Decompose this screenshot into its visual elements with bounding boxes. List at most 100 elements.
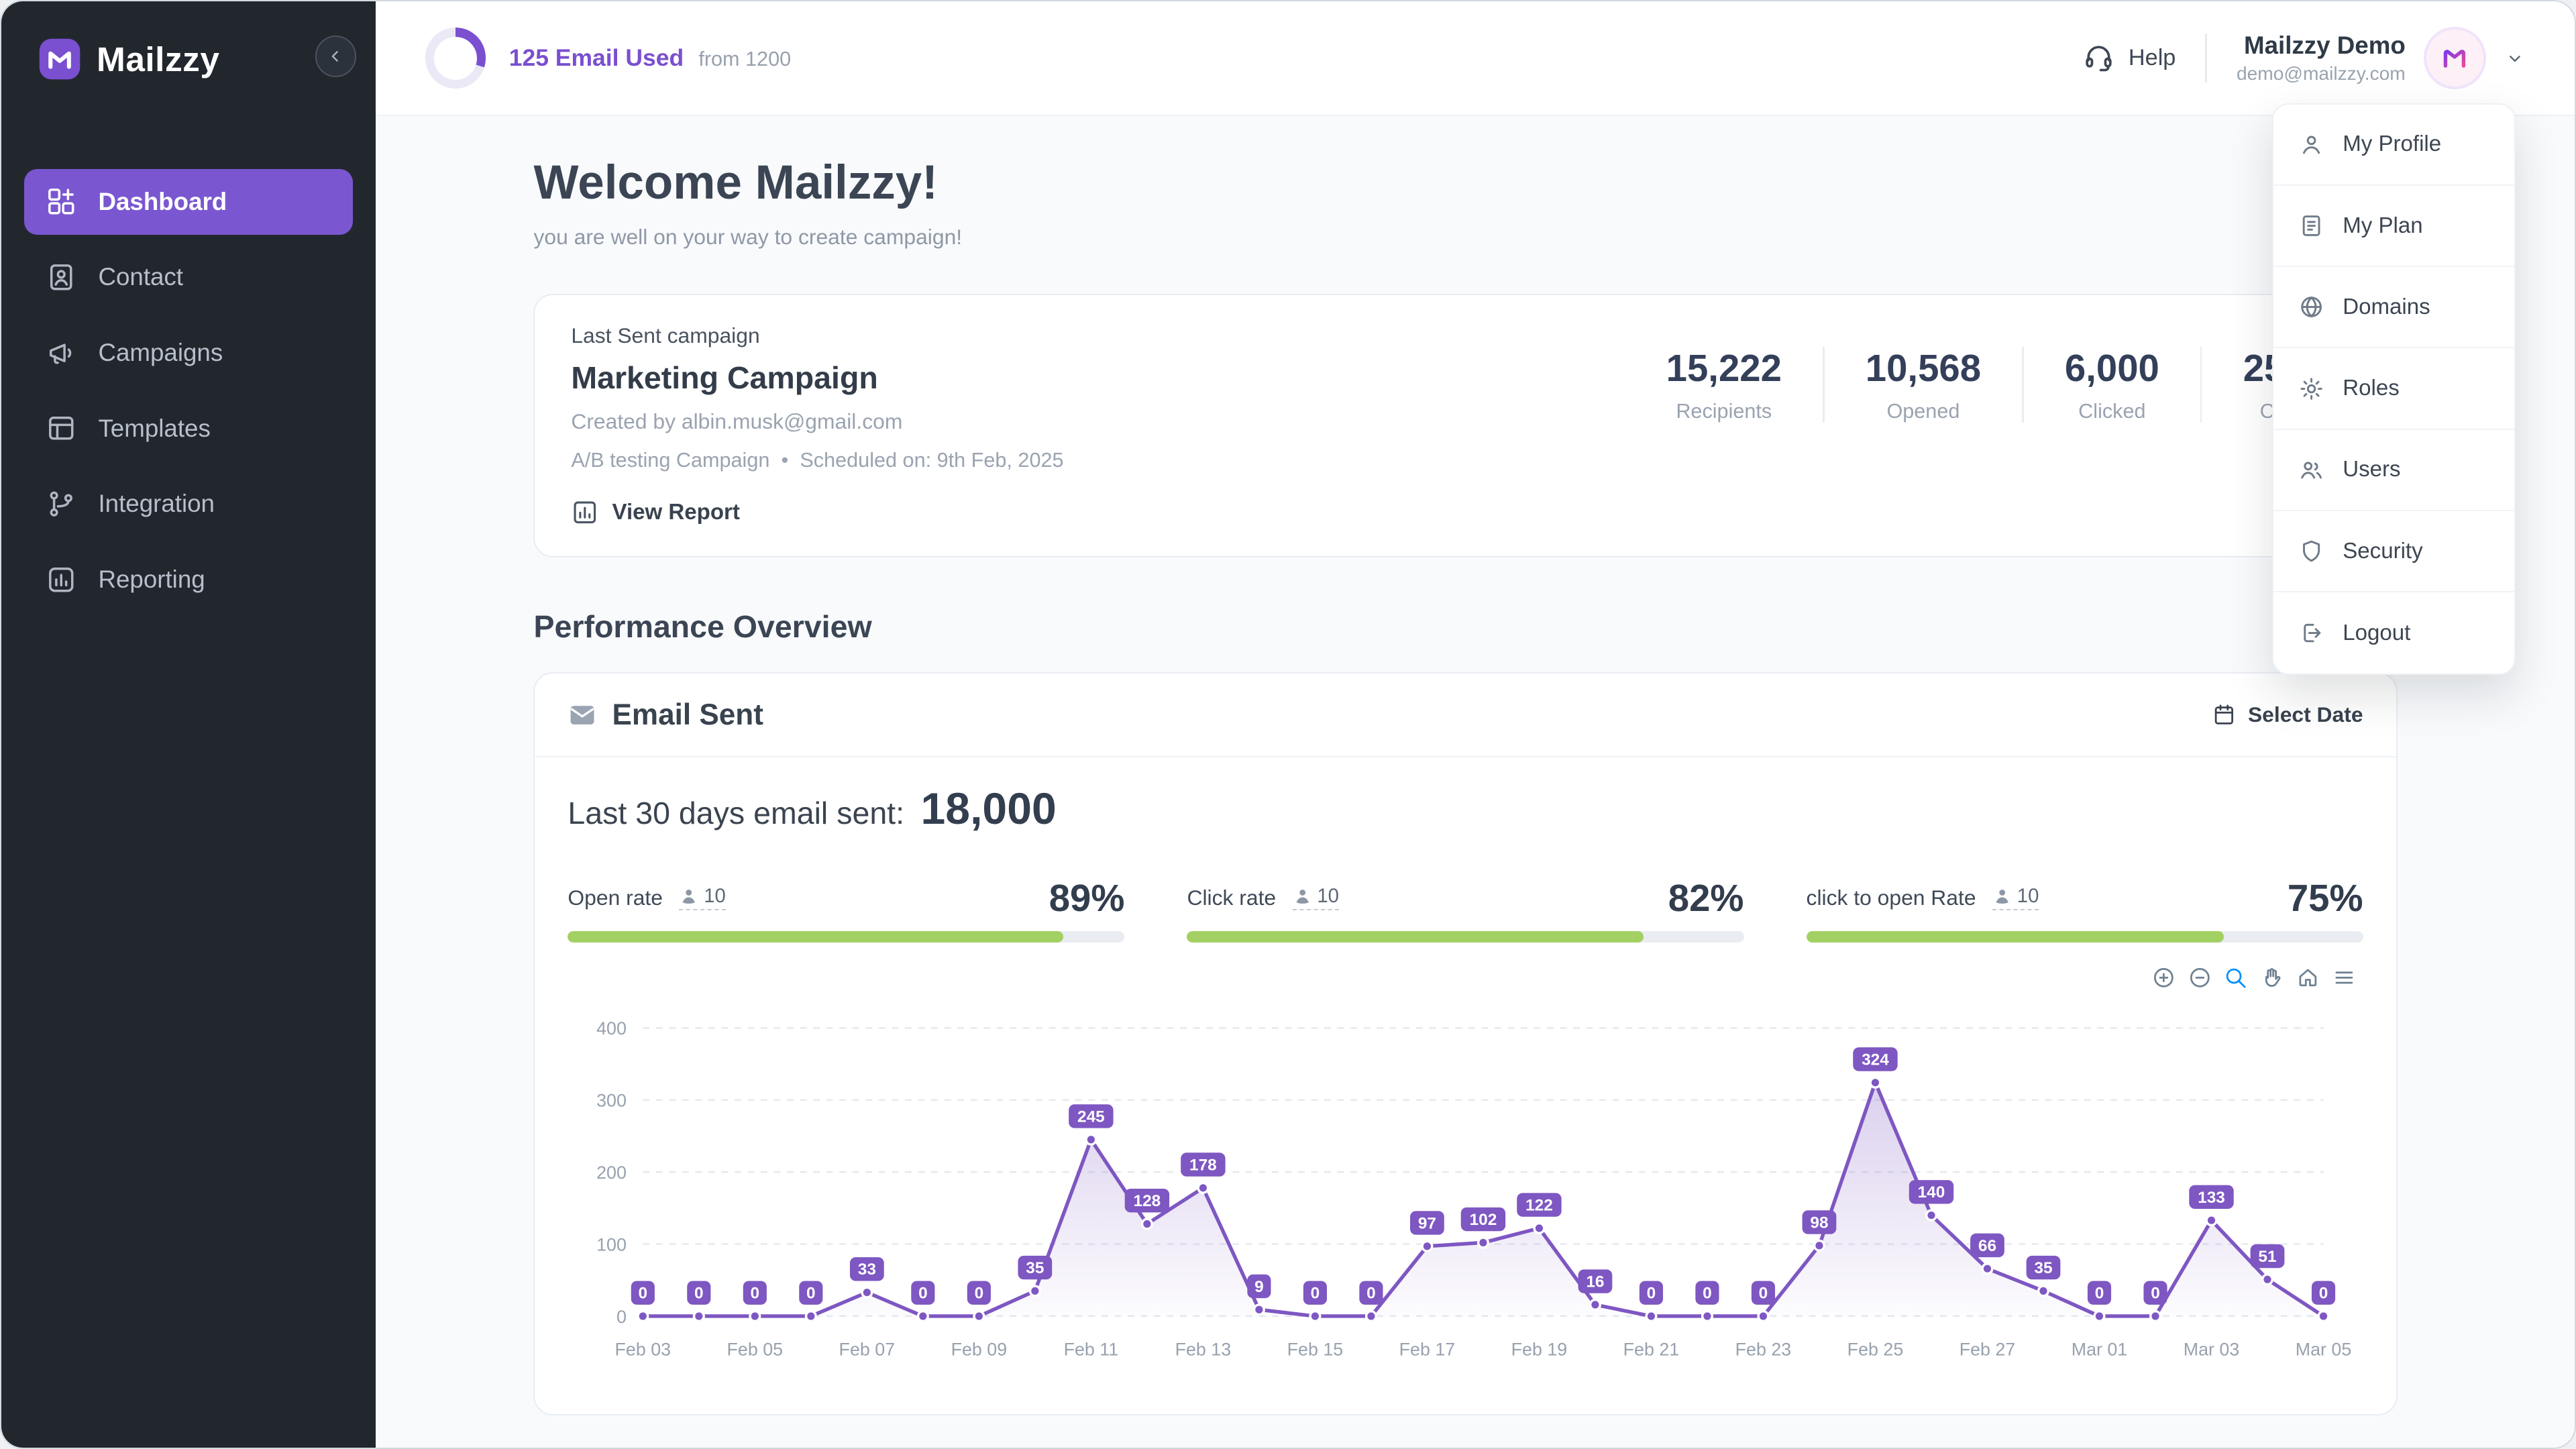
svg-text:0: 0 [975,1284,984,1302]
email-usage: 125 Email Used from 1200 [425,28,791,89]
user-account-button[interactable]: Mailzzy Demo demo@mailzzy.com [2237,27,2526,89]
svg-text:140: 140 [1918,1183,1945,1201]
sidebar-item-dashboard[interactable]: Dashboard [24,169,353,235]
campaign-stats: 15,222Recipients10,568Opened6,000Clicked… [1625,323,2359,423]
svg-text:0: 0 [751,1284,760,1302]
home-icon[interactable] [2296,965,2320,990]
summary-label: Last 30 days email sent: [568,795,904,831]
campaign-name: Marketing Campaign [571,360,1063,396]
sidebar-collapse-button[interactable] [315,36,356,76]
menu-item-domains[interactable]: Domains [2273,267,2514,348]
menu-item-label: Roles [2343,376,2400,401]
svg-text:0: 0 [1647,1284,1656,1302]
svg-text:0: 0 [1759,1284,1768,1302]
user-email: demo@mailzzy.com [2237,63,2406,85]
menu-item-my-plan[interactable]: My Plan [2273,186,2514,267]
stat-label: Opened [1866,400,1981,423]
rates-row: Open rate1089%Click rate1082%click to op… [568,876,2363,943]
user-info: Mailzzy Demo demo@mailzzy.com [2237,32,2406,85]
svg-text:98: 98 [1811,1214,1829,1232]
stat-value: 10,568 [1866,346,1981,390]
svg-text:97: 97 [1418,1214,1436,1232]
sidebar-item-templates[interactable]: Templates [24,396,353,462]
email-sent-chart[interactable]: 0100200300400Feb 03Feb 05Feb 07Feb 09Feb… [568,979,2363,1391]
sidebar-item-campaigns[interactable]: Campaigns [24,320,353,386]
person-icon [1992,886,2012,906]
user-name: Mailzzy Demo [2237,32,2406,60]
rate-progressbar [568,931,1124,943]
menu-icon[interactable] [2332,965,2357,990]
svg-text:Feb 11: Feb 11 [1064,1339,1119,1359]
logo-text: Mailzzy [97,39,219,79]
person-icon [679,886,698,906]
svg-text:0: 0 [639,1284,648,1302]
svg-text:400: 400 [597,1018,627,1038]
avatar[interactable] [2424,27,2486,89]
svg-text:Mar 01: Mar 01 [2072,1339,2128,1359]
menu-item-label: Users [2343,457,2400,482]
sidebar: Mailzzy Dashboard Contact Campaigns Templat… [1,1,376,1448]
svg-text:51: 51 [2259,1248,2277,1266]
plan-icon [2298,213,2324,239]
users-icon [2298,457,2324,483]
chevron-down-icon[interactable] [2504,48,2526,69]
svg-text:0: 0 [2151,1284,2161,1302]
rate-label: click to open Rate [1807,885,1976,910]
topbar-right: Help Mailzzy Demo demo@mailzzy.com [2082,27,2525,89]
menu-item-roles[interactable]: Roles [2273,348,2514,429]
rate-progressbar [1807,931,2363,943]
menu-item-label: Domains [2343,294,2430,320]
stat-opened: 10,568 Opened [1825,346,2023,423]
svg-text:Feb 15: Feb 15 [1287,1339,1344,1359]
svg-text:Feb 13: Feb 13 [1175,1339,1232,1359]
email-usage-text: 125 Email Used from 1200 [509,44,791,72]
sidebar-item-reporting[interactable]: Reporting [24,547,353,612]
email-usage-ring [425,28,486,89]
zoom-in-icon[interactable] [2151,965,2176,990]
email-usage-used: 125 Email Used [509,44,684,71]
selection-zoom-icon[interactable] [2223,965,2248,990]
topbar-divider [2205,34,2206,83]
svg-text:9: 9 [1255,1278,1265,1296]
sidebar-item-contact[interactable]: Contact [24,244,353,310]
svg-text:245: 245 [1077,1108,1105,1126]
dashboard-icon [46,186,77,217]
rate-audience: 10 [1992,885,2039,910]
svg-text:66: 66 [1978,1237,1996,1255]
calendar-icon [2212,702,2237,727]
svg-text:Feb 23: Feb 23 [1735,1339,1792,1359]
menu-item-label: My Plan [2343,213,2422,239]
performance-card: Email Sent Select Date Last 30 days emai… [533,672,2397,1415]
rate-progress-fill [568,931,1063,943]
menu-item-users[interactable]: Users [2273,430,2514,511]
rate-progressbar [1187,931,1743,943]
summary-value: 18,000 [921,784,1057,835]
pan-icon[interactable] [2259,965,2284,990]
campaign-top: Last Sent campaign Marketing Campaign Cr… [571,323,2359,472]
svg-text:0: 0 [1703,1284,1713,1302]
svg-text:300: 300 [597,1090,627,1110]
sidebar-item-label: Templates [98,415,210,443]
help-button[interactable]: Help [2082,42,2176,74]
performance-card-body: Last 30 days email sent: 18,000 Open rat… [535,757,2396,1414]
sidebar-item-label: Campaigns [98,339,223,367]
menu-item-my-profile[interactable]: My Profile [2273,105,2514,186]
svg-text:324: 324 [1862,1051,1890,1069]
main-area: 125 Email Used from 1200 Help Mailzzy De… [376,1,2575,1448]
svg-text:Mar 05: Mar 05 [2296,1339,2352,1359]
zoom-out-icon[interactable] [2188,965,2212,990]
rate-label: Click rate [1187,885,1276,910]
select-date-button[interactable]: Select Date [2212,702,2363,727]
menu-item-security[interactable]: Security [2273,511,2514,592]
rate-audience: 10 [1293,885,1339,910]
rate-progress-fill [1807,931,2224,943]
menu-item-logout[interactable]: Logout [2273,592,2514,674]
rate-percent: 89% [1049,876,1125,920]
rate-top: Open rate1089% [568,876,1124,920]
svg-text:178: 178 [1189,1156,1217,1174]
svg-text:33: 33 [858,1260,876,1279]
view-report-button[interactable]: View Report [571,498,740,527]
stat-value: 6,000 [2065,346,2159,390]
sidebar-item-integration[interactable]: Integration [24,471,353,537]
sidebar-nav: Dashboard Contact Campaigns Templates Integr… [1,169,376,612]
